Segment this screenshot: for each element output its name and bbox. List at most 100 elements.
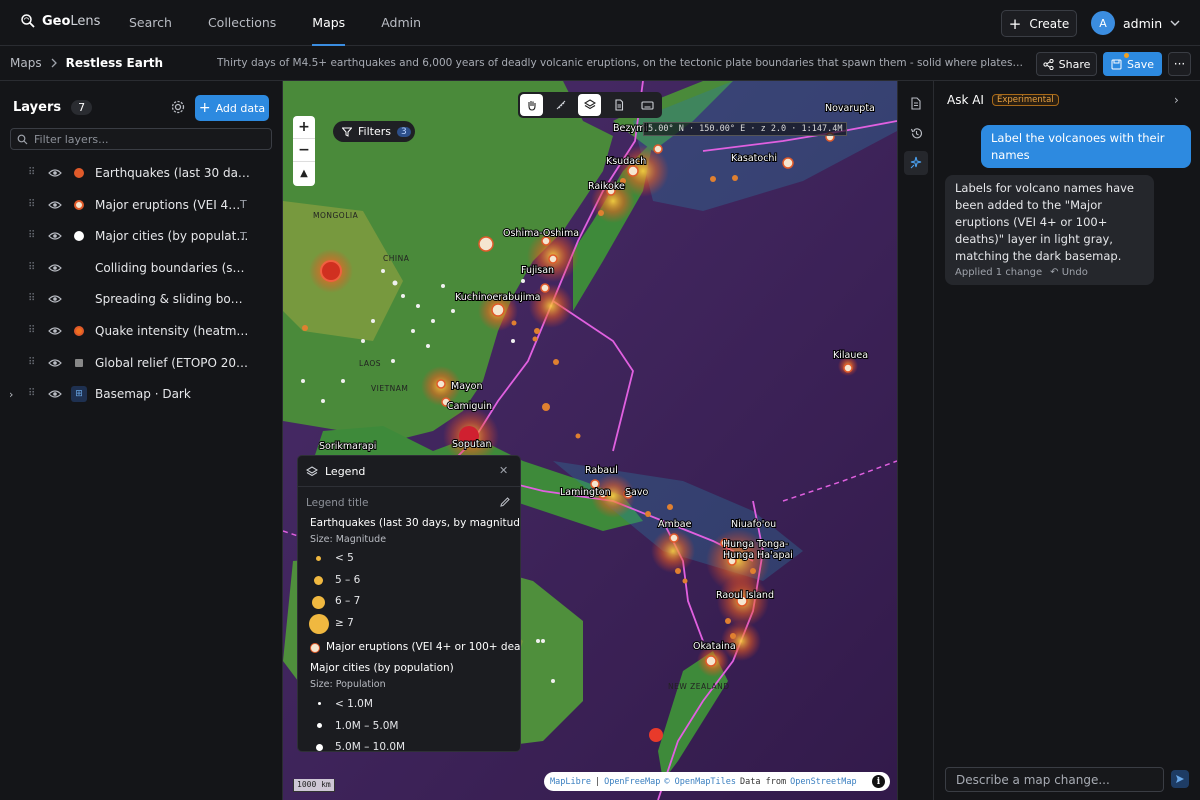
breadcrumb-maps[interactable]: Maps [10, 56, 42, 70]
ai-prompt-input[interactable] [945, 767, 1164, 792]
nav-search[interactable]: Search [129, 0, 172, 46]
layer-row[interactable]: ⠿ Global relief (ETOPO 2022) [0, 348, 283, 378]
volcano-label: Mayon [451, 381, 482, 392]
eye-icon[interactable] [48, 389, 62, 399]
volcano-label: Lamington [560, 487, 611, 498]
breadcrumb: Maps Restless Earth [10, 56, 163, 70]
eye-icon[interactable] [48, 358, 62, 368]
map-description: Thirty days of M4.5+ earthquakes and 6,0… [217, 57, 1025, 69]
app-logo[interactable]: Geo Lens [20, 13, 100, 29]
info-icon[interactable]: i [872, 775, 885, 788]
legend-eq-title: Earthquakes (last 30 days, by magnitude) [310, 517, 521, 529]
layer-row[interactable]: ⠿ Spreading & sliding boundaries (dashed) [0, 284, 283, 314]
nav-collections[interactable]: Collections [208, 0, 276, 46]
label-toggle-icon[interactable]: T [240, 198, 247, 211]
zoom-out-button[interactable]: − [293, 139, 315, 162]
volcano-label: Camiguin [447, 401, 492, 412]
eye-icon[interactable] [48, 326, 62, 336]
legend-eruptions: Major eruptions (VEI 4+ or 100+ deaths) [326, 641, 521, 653]
drag-handle-icon[interactable]: ⠿ [28, 325, 36, 337]
ai-title: Ask AI [947, 93, 984, 107]
volcano-label: Okataina [693, 641, 736, 652]
label-toggle-icon[interactable]: T [240, 230, 247, 243]
undo-button[interactable]: ↶ Undo [1050, 264, 1088, 281]
compass-button[interactable]: ▲ [293, 162, 315, 185]
zoom-controls: + − ▲ [293, 116, 315, 186]
volcano-label: Novarupta [825, 103, 875, 114]
layer-row[interactable]: › ⠿ ⊞ Basemap · Dark [0, 379, 283, 409]
volcano-label: Kuchinoerabujima [455, 292, 540, 303]
ai-message-text: Labels for volcano names have been added… [955, 181, 1135, 263]
measure-tool[interactable] [549, 94, 572, 116]
legend-city-item: 1.0M – 5.0M [335, 720, 399, 732]
map-title[interactable]: Restless Earth [66, 56, 163, 70]
filter-layers-input[interactable] [34, 132, 254, 146]
volcano-label: Sorikmarapi [319, 441, 376, 452]
volcano-label: Savo [625, 487, 648, 498]
nav-maps[interactable]: Maps [312, 0, 345, 46]
eye-icon[interactable] [48, 294, 62, 304]
layer-name: Quake intensity (heatmap) [95, 324, 250, 338]
legend-panel: Legend ✕ Legend title Earthquakes (last … [297, 455, 521, 752]
pan-tool[interactable] [520, 94, 543, 116]
layer-name: Major cities (by population) [95, 229, 250, 244]
layer-name: Spreading & sliding boundaries (dashed) [95, 292, 250, 307]
filters-button[interactable]: Filters 3 [333, 121, 415, 142]
history-tab[interactable] [904, 121, 928, 145]
chevron-right-icon[interactable]: › [9, 388, 13, 401]
globe-search-icon [21, 14, 35, 28]
chevron-right-icon[interactable]: › [1174, 93, 1179, 107]
close-icon[interactable]: ✕ [499, 464, 508, 477]
eye-icon[interactable] [48, 168, 62, 178]
share-button[interactable]: Share [1036, 52, 1097, 76]
openmaptiles-link[interactable]: © OpenMapTiles [664, 777, 736, 787]
drag-handle-icon[interactable]: ⠿ [28, 388, 36, 400]
side-rail [898, 81, 934, 800]
layer-row[interactable]: ⠿ Major cities (by population) T [0, 221, 283, 251]
document-tool[interactable] [607, 94, 630, 116]
layer-row[interactable]: ⠿ Quake intensity (heatmap) [0, 316, 283, 346]
save-button[interactable]: Save [1103, 52, 1162, 76]
user-menu[interactable]: A admin [1091, 11, 1180, 35]
layer-row[interactable]: ⠿ Colliding boundaries (solid) [0, 253, 283, 283]
eye-icon[interactable] [48, 263, 62, 273]
drag-handle-icon[interactable]: ⠿ [28, 262, 36, 274]
basemap-icon: ⊞ [75, 389, 83, 400]
create-button[interactable]: + Create [1001, 10, 1077, 37]
more-button[interactable]: ··· [1168, 52, 1191, 76]
drag-handle-icon[interactable]: ⠿ [28, 167, 36, 179]
osm-link[interactable]: OpenStreetMap [790, 777, 857, 787]
drag-handle-icon[interactable]: ⠿ [28, 199, 36, 211]
openfreemap-link[interactable]: OpenFreeMap [604, 777, 660, 787]
add-data-button[interactable]: + Add data [195, 95, 269, 121]
details-tab[interactable] [904, 91, 928, 115]
eye-icon[interactable] [48, 231, 62, 241]
layers-title: Layers [13, 100, 62, 115]
volcano-label: Ksudach [606, 156, 646, 167]
layer-row[interactable]: ⠿ Earthquakes (last 30 days, by magnitude… [0, 158, 283, 188]
legend-divider [298, 486, 520, 487]
sparkle-icon [910, 156, 922, 169]
zoom-in-button[interactable]: + [293, 116, 315, 139]
floppy-icon [1111, 59, 1122, 69]
gear-icon[interactable] [170, 99, 186, 115]
legend-dot-eruption [310, 643, 320, 653]
nav-admin[interactable]: Admin [381, 0, 421, 46]
pencil-icon[interactable] [499, 496, 511, 508]
ai-tab[interactable] [904, 151, 928, 175]
drag-handle-icon[interactable]: ⠿ [28, 293, 36, 305]
send-button[interactable] [1171, 770, 1189, 788]
plus-icon: + [198, 100, 211, 116]
legend-eq-item: ≥ 7 [335, 617, 354, 629]
layers-count: 7 [71, 100, 93, 115]
maplibre-link[interactable]: MapLibre [550, 777, 591, 787]
drag-handle-icon[interactable]: ⠿ [28, 357, 36, 369]
layer-row[interactable]: ⠿ Major eruptions (VEI 4+ or 100+ deaths)… [0, 190, 283, 220]
layers-tool[interactable] [578, 94, 601, 116]
filter-layers-field [10, 128, 272, 150]
keyboard-tool[interactable] [636, 94, 659, 116]
legend-title-input[interactable]: Legend title [306, 497, 368, 509]
layers-panel: Layers 7 + Add data ⠿ Earthquakes (last 3… [0, 81, 283, 800]
drag-handle-icon[interactable]: ⠿ [28, 230, 36, 242]
eye-icon[interactable] [48, 200, 62, 210]
